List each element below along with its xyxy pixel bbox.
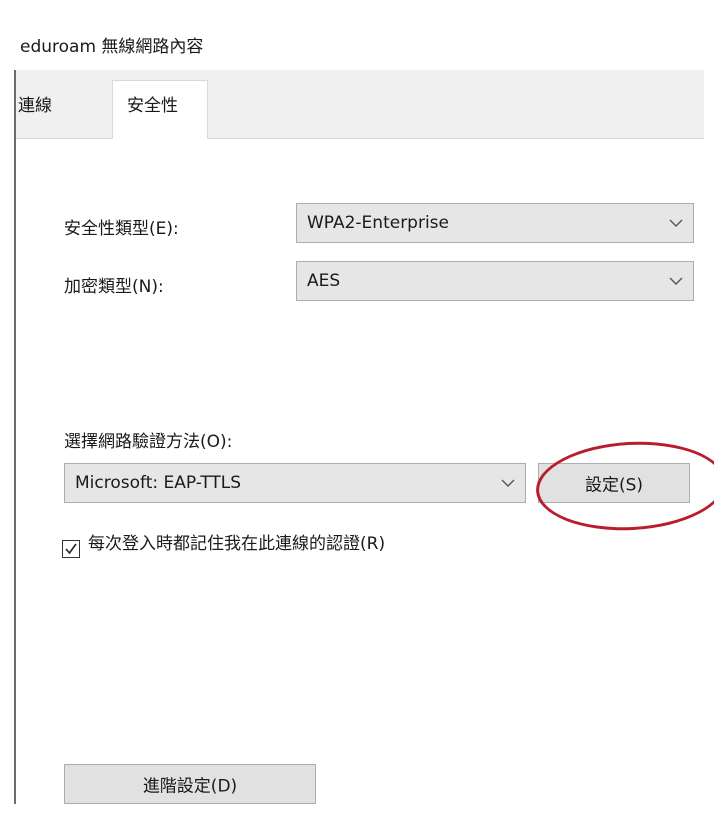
advanced-settings-button[interactable]: 進階設定(D) — [64, 764, 316, 804]
checkmark-icon — [65, 543, 77, 555]
security-type-label: 安全性類型(E): — [64, 219, 179, 239]
auth-method-label: 選擇網路驗證方法(O): — [64, 432, 233, 452]
remember-credentials-label: 每次登入時都記住我在此連線的認證(R) — [88, 534, 386, 554]
encryption-type-dropdown[interactable]: AES — [296, 261, 694, 301]
settings-button-label: 設定(S) — [584, 475, 644, 496]
tab-connection[interactable]: 連線 — [18, 94, 52, 118]
window-title: eduroam 無線網路內容 — [20, 37, 204, 57]
tab-security[interactable]: 安全性 — [112, 80, 208, 140]
title-bar: eduroam 無線網路內容 — [14, 14, 704, 70]
tab-security-label: 安全性 — [127, 96, 178, 116]
wireless-properties-window: eduroam 無線網路內容 連線 安全性 安全性類型(E): WPA2-Ent… — [14, 14, 714, 804]
encryption-type-label: 加密類型(N): — [64, 277, 164, 297]
chevron-down-icon — [669, 277, 683, 285]
encryption-type-value: AES — [307, 271, 341, 291]
security-type-value: WPA2-Enterprise — [307, 213, 450, 233]
remember-credentials-checkbox[interactable] — [62, 540, 80, 558]
security-tab-panel: 安全性類型(E): WPA2-Enterprise 加密類型(N): AES 選… — [16, 139, 704, 804]
advanced-settings-button-label: 進階設定(D) — [142, 776, 238, 797]
auth-method-dropdown[interactable]: Microsoft: EAP-TTLS — [64, 463, 526, 503]
chevron-down-icon — [669, 219, 683, 227]
security-type-dropdown[interactable]: WPA2-Enterprise — [296, 203, 694, 243]
chevron-down-icon — [501, 479, 515, 487]
settings-button[interactable]: 設定(S) — [538, 463, 690, 503]
auth-method-value: Microsoft: EAP-TTLS — [75, 473, 242, 493]
